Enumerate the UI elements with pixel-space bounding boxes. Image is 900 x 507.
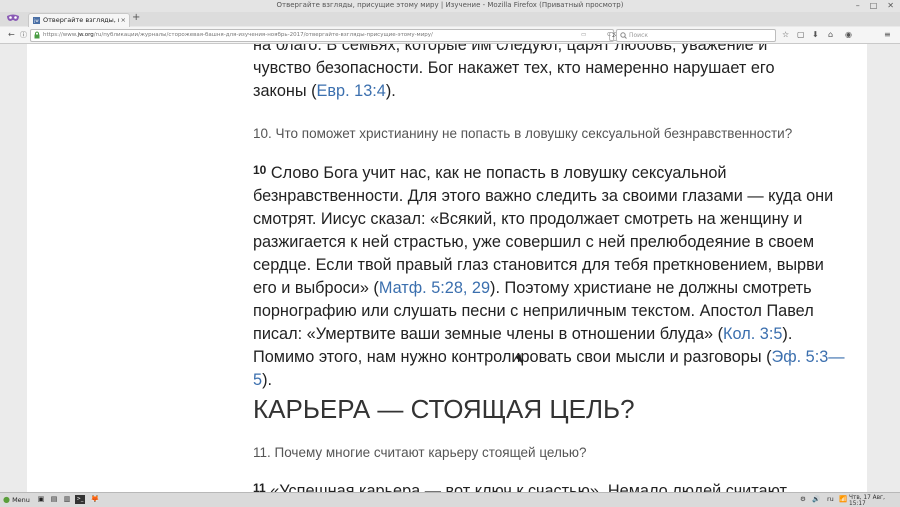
show-desktop-icon[interactable]: ▣	[36, 495, 46, 504]
clock[interactable]: Чтв, 17 Авг, 15:17	[849, 495, 900, 507]
private-browsing-mask-icon	[6, 13, 20, 24]
paragraph-number: 10	[253, 163, 267, 177]
window-title: Отвергайте взгляды, присущие этому миру …	[276, 1, 624, 9]
mint-logo-icon: ●	[3, 495, 10, 504]
pocket-icon[interactable]: ◉	[845, 30, 852, 39]
start-menu-button[interactable]: ● Menu	[3, 495, 30, 504]
window-controls: – □ ✕	[856, 1, 894, 10]
url-bar[interactable]: https://www.jw.org/ru/публикации/журналы…	[30, 29, 630, 44]
paragraph-9: на благо. В семьях, которые им следуют, …	[253, 44, 775, 100]
terminal-icon[interactable]: >_	[75, 495, 85, 504]
maximize-button[interactable]: □	[870, 1, 878, 10]
lock-icon	[34, 30, 40, 44]
new-tab-button[interactable]: +	[132, 12, 140, 23]
settings-tray-icon[interactable]: ⚙	[800, 495, 806, 503]
firefox-icon[interactable]: 🦊	[90, 495, 100, 504]
reader-view-icon[interactable]: ▭	[581, 30, 586, 41]
bookmark-star-icon[interactable]: ☆	[782, 30, 789, 39]
search-icon	[620, 30, 627, 43]
scripture-link-matt[interactable]: Матф. 5:28, 29	[379, 279, 490, 297]
close-window-button[interactable]: ✕	[887, 1, 894, 10]
tab-close-icon[interactable]: ×	[121, 14, 126, 27]
search-placeholder: Поиск	[629, 32, 649, 39]
keyboard-layout-indicator[interactable]: ru	[827, 495, 834, 503]
page-viewport[interactable]: на благо. В семьях, которые им следуют, …	[0, 44, 900, 492]
back-button[interactable]: ←	[8, 30, 15, 39]
app-launcher-icon[interactable]: ▥	[62, 495, 72, 504]
paragraph-11: 11 «Успешная карьера — вот ключ к счасть…	[253, 480, 848, 492]
info-icon[interactable]: ⓘ	[20, 30, 27, 40]
question-11: 11. Почему многие считают карьеру стояще…	[253, 445, 587, 460]
taskbar: ● Menu ▣ ▤ ▥ >_ 🦊 ⚙ 🔊 ru 📶 Чтв, 17 Авг, …	[0, 492, 900, 507]
tab-active[interactable]: jw Отвергайте взгляды, при ×	[28, 13, 130, 27]
volume-icon[interactable]: 🔊	[812, 495, 820, 503]
download-icon[interactable]: ⬇	[812, 30, 819, 39]
jw-favicon-icon: jw	[33, 17, 40, 24]
reload-icon[interactable]: C	[607, 30, 611, 41]
url-text[interactable]: https://www.jw.org/ru/публикации/журналы…	[43, 30, 563, 41]
scripture-link-heb[interactable]: Евр. 13:4	[317, 82, 386, 100]
section-heading: КАРЬЕРА — СТОЯЩАЯ ЦЕЛЬ?	[253, 394, 635, 424]
article-page: на благо. В семьях, которые им следуют, …	[27, 44, 867, 492]
tab-label: Отвергайте взгляды, при	[43, 16, 119, 24]
tab-bar: jw Отвергайте взгляды, при × +	[0, 12, 900, 27]
paragraph-number: 11	[253, 481, 266, 492]
scripture-link-col[interactable]: Кол. 3:5	[723, 325, 782, 343]
minimize-button[interactable]: –	[856, 1, 860, 10]
file-manager-icon[interactable]: ▤	[49, 495, 59, 504]
paragraph-10: 10 Слово Бога учит нас, как не попасть в…	[253, 163, 845, 389]
home-icon[interactable]: ⌂	[828, 30, 833, 39]
question-10: 10. Что поможет христианину не попасть в…	[253, 126, 793, 141]
hamburger-menu-icon[interactable]: ≡	[884, 30, 891, 39]
search-bar[interactable]: Поиск	[616, 29, 776, 42]
library-icon[interactable]: ▢	[797, 30, 805, 39]
network-icon[interactable]: 📶	[839, 495, 847, 503]
navigation-toolbar: ← ⓘ https://www.jw.org/ru/публикации/жур…	[0, 27, 900, 44]
